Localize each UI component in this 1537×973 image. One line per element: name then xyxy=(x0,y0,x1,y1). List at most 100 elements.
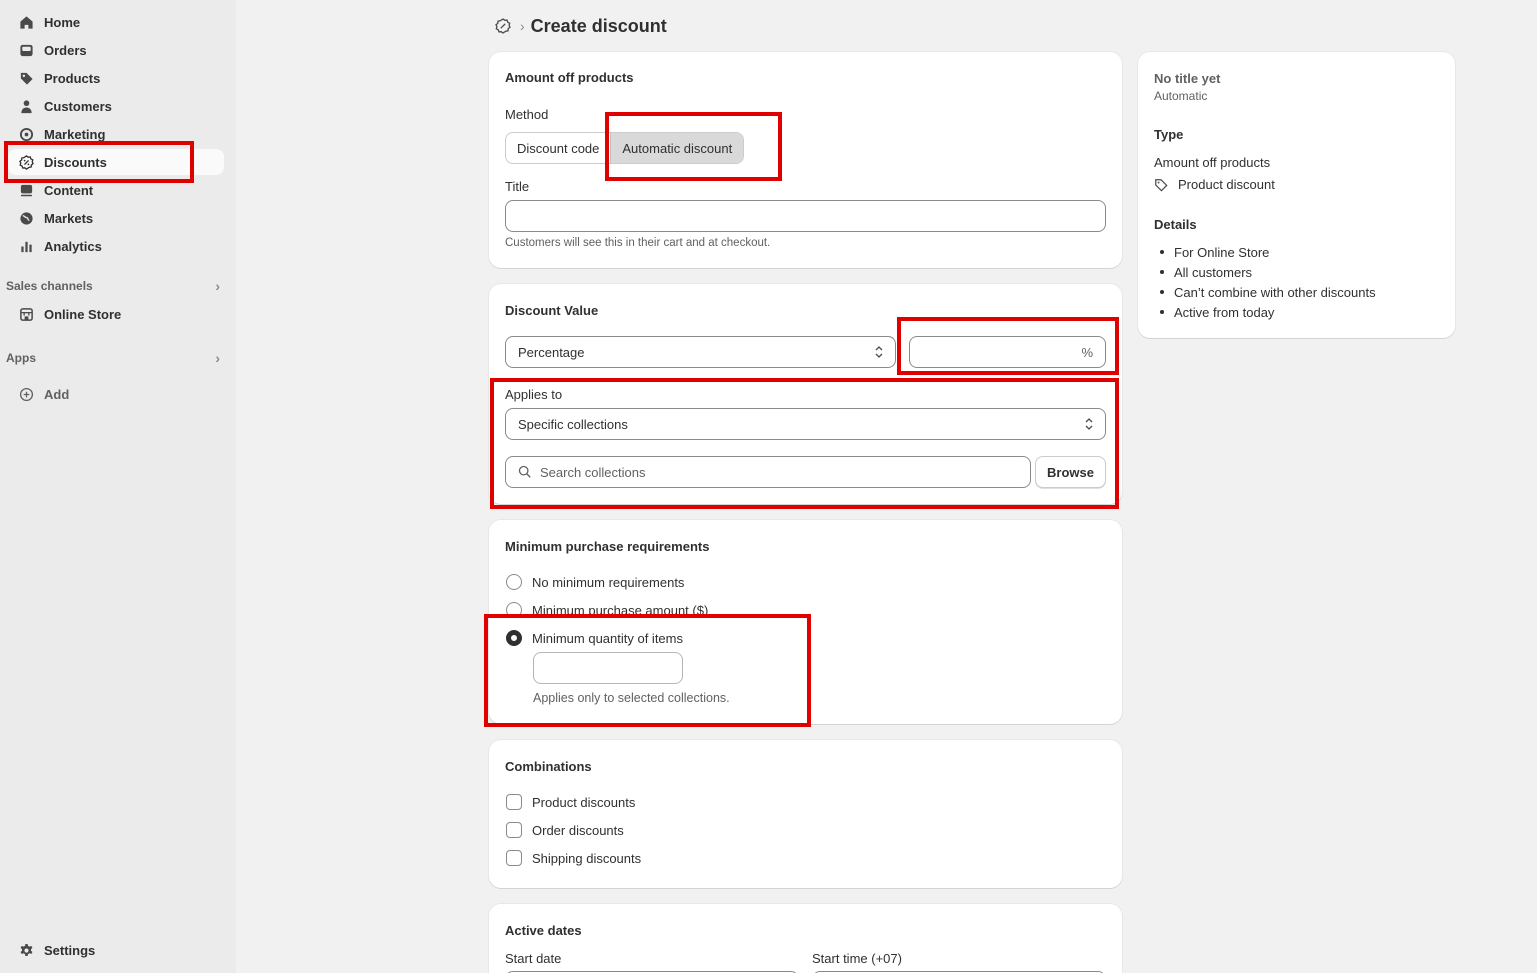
summary-details-list: For Online Store All customers Can’t com… xyxy=(1154,242,1376,322)
sidebar-item-label: Products xyxy=(44,70,101,86)
breadcrumb-separator: › xyxy=(520,18,525,34)
sales-channels-header[interactable]: Sales channels › xyxy=(6,278,224,294)
summary-type-value: Amount off products xyxy=(1154,155,1271,170)
content-icon xyxy=(18,182,34,198)
percent-suffix: % xyxy=(1081,344,1093,360)
browse-button[interactable]: Browse xyxy=(1035,456,1106,488)
home-icon xyxy=(18,14,34,30)
radio-button[interactable] xyxy=(506,602,522,618)
min-requirements-card: Minimum purchase requirements No minimum… xyxy=(489,520,1122,724)
select-arrows-icon xyxy=(1085,418,1093,430)
combine-shipping-discounts[interactable]: Shipping discounts xyxy=(506,850,641,866)
applies-to-label: Applies to xyxy=(505,387,563,402)
summary-type-detail: Product discount xyxy=(1178,177,1275,192)
card-title: Minimum purchase requirements xyxy=(505,539,710,554)
card-title: Active dates xyxy=(505,923,582,938)
radio-label: Minimum quantity of items xyxy=(532,630,683,646)
sidebar-item-settings[interactable]: Settings xyxy=(8,937,224,963)
tag-icon xyxy=(18,70,34,86)
radio-label: No minimum requirements xyxy=(532,574,685,590)
sidebar-item-label: Discounts xyxy=(44,154,107,170)
sidebar-item-home[interactable]: Home xyxy=(8,9,224,35)
checkbox[interactable] xyxy=(506,822,522,838)
radio-button-selected[interactable] xyxy=(506,630,522,646)
gear-icon xyxy=(18,942,34,958)
section-title: Apps xyxy=(6,351,36,365)
summary-subtitle: Automatic xyxy=(1154,89,1208,103)
sidebar: Home Orders Products Customers Marketing… xyxy=(0,0,236,973)
checkbox-label: Product discounts xyxy=(532,794,636,810)
discount-icon xyxy=(18,154,34,170)
card-title: Discount Value xyxy=(505,303,599,318)
list-item: For Online Store xyxy=(1154,242,1376,262)
sidebar-item-label: Settings xyxy=(44,942,96,958)
section-title: Sales channels xyxy=(6,279,93,293)
min-quantity-help: Applies only to selected collections. xyxy=(533,691,730,705)
apps-header[interactable]: Apps › xyxy=(6,350,224,366)
summary-details-heading: Details xyxy=(1154,217,1197,232)
automatic-discount-option[interactable]: Automatic discount xyxy=(610,133,744,163)
sidebar-item-analytics[interactable]: Analytics xyxy=(8,233,224,259)
applies-to-selected: Specific collections xyxy=(518,416,628,432)
person-icon xyxy=(18,98,34,114)
summary-type-heading: Type xyxy=(1154,127,1184,142)
chevron-right-icon: › xyxy=(215,278,220,294)
title-help-text: Customers will see this in their cart an… xyxy=(505,237,771,249)
sidebar-item-label: Analytics xyxy=(44,238,102,254)
combine-product-discounts[interactable]: Product discounts xyxy=(506,794,635,810)
chevron-right-icon: › xyxy=(215,350,220,366)
radio-button[interactable] xyxy=(506,574,522,590)
min-quantity-input[interactable] xyxy=(533,652,683,684)
sidebar-item-label: Content xyxy=(44,182,94,198)
summary-title: No title yet xyxy=(1154,71,1221,86)
sidebar-item-add-app[interactable]: Add xyxy=(8,381,224,407)
target-icon xyxy=(18,126,34,142)
combine-order-discounts[interactable]: Order discounts xyxy=(506,822,624,838)
method-label: Method xyxy=(505,107,549,122)
start-date-label: Start date xyxy=(505,951,562,966)
start-time-label: Start time (+07) xyxy=(812,951,902,966)
bar-chart-icon xyxy=(18,238,34,254)
sidebar-item-markets[interactable]: Markets xyxy=(8,205,224,231)
summary-type-detail-row: Product discount xyxy=(1154,177,1275,192)
sidebar-item-marketing[interactable]: Marketing xyxy=(8,121,224,147)
radio-label: Minimum purchase amount ($) xyxy=(532,602,709,618)
value-type-selected: Percentage xyxy=(518,344,585,360)
page-title: Create discount xyxy=(530,15,667,36)
applies-to-select[interactable]: Specific collections xyxy=(505,408,1106,440)
inbox-icon xyxy=(18,42,34,58)
checkbox[interactable] xyxy=(506,850,522,866)
tag-icon xyxy=(1155,178,1168,192)
discount-amount-input[interactable]: % xyxy=(909,336,1106,368)
title-input[interactable] xyxy=(505,200,1106,232)
discount-value-card: Discount Value Percentage % Applies to S… xyxy=(489,284,1122,504)
sidebar-item-online-store[interactable]: Online Store xyxy=(8,301,224,327)
method-toggle: Discount code Automatic discount xyxy=(505,132,745,164)
discount-code-option[interactable]: Discount code xyxy=(506,133,610,163)
sidebar-item-label: Add xyxy=(44,386,70,402)
card-title: Amount off products xyxy=(505,70,634,85)
sidebar-item-orders[interactable]: Orders xyxy=(8,37,224,63)
sidebar-item-label: Orders xyxy=(44,42,87,58)
sidebar-item-content[interactable]: Content xyxy=(8,177,224,203)
summary-card: No title yet Automatic Type Amount off p… xyxy=(1138,52,1455,338)
sidebar-item-customers[interactable]: Customers xyxy=(8,93,224,119)
checkbox[interactable] xyxy=(506,794,522,810)
amount-off-card: Amount off products Method Discount code… xyxy=(489,52,1122,268)
no-minimum-radio[interactable]: No minimum requirements xyxy=(506,574,684,590)
plus-circle-icon xyxy=(18,386,34,402)
min-amount-radio[interactable]: Minimum purchase amount ($) xyxy=(506,602,708,618)
discount-breadcrumb-icon[interactable] xyxy=(494,17,512,35)
checkbox-label: Order discounts xyxy=(532,822,624,838)
active-dates-card: Active dates Start date Start time (+07) xyxy=(489,904,1122,973)
store-icon xyxy=(18,306,34,322)
sidebar-item-discounts[interactable]: Discounts xyxy=(8,149,224,175)
sidebar-item-products[interactable]: Products xyxy=(8,65,224,91)
value-type-select[interactable]: Percentage xyxy=(505,336,896,368)
globe-icon xyxy=(18,210,34,226)
search-collections-input[interactable]: Search collections xyxy=(505,456,1031,488)
list-item: Can’t combine with other discounts xyxy=(1154,282,1376,302)
sidebar-item-label: Customers xyxy=(44,98,112,114)
min-quantity-radio[interactable]: Minimum quantity of items xyxy=(506,630,683,646)
checkbox-label: Shipping discounts xyxy=(532,850,642,866)
